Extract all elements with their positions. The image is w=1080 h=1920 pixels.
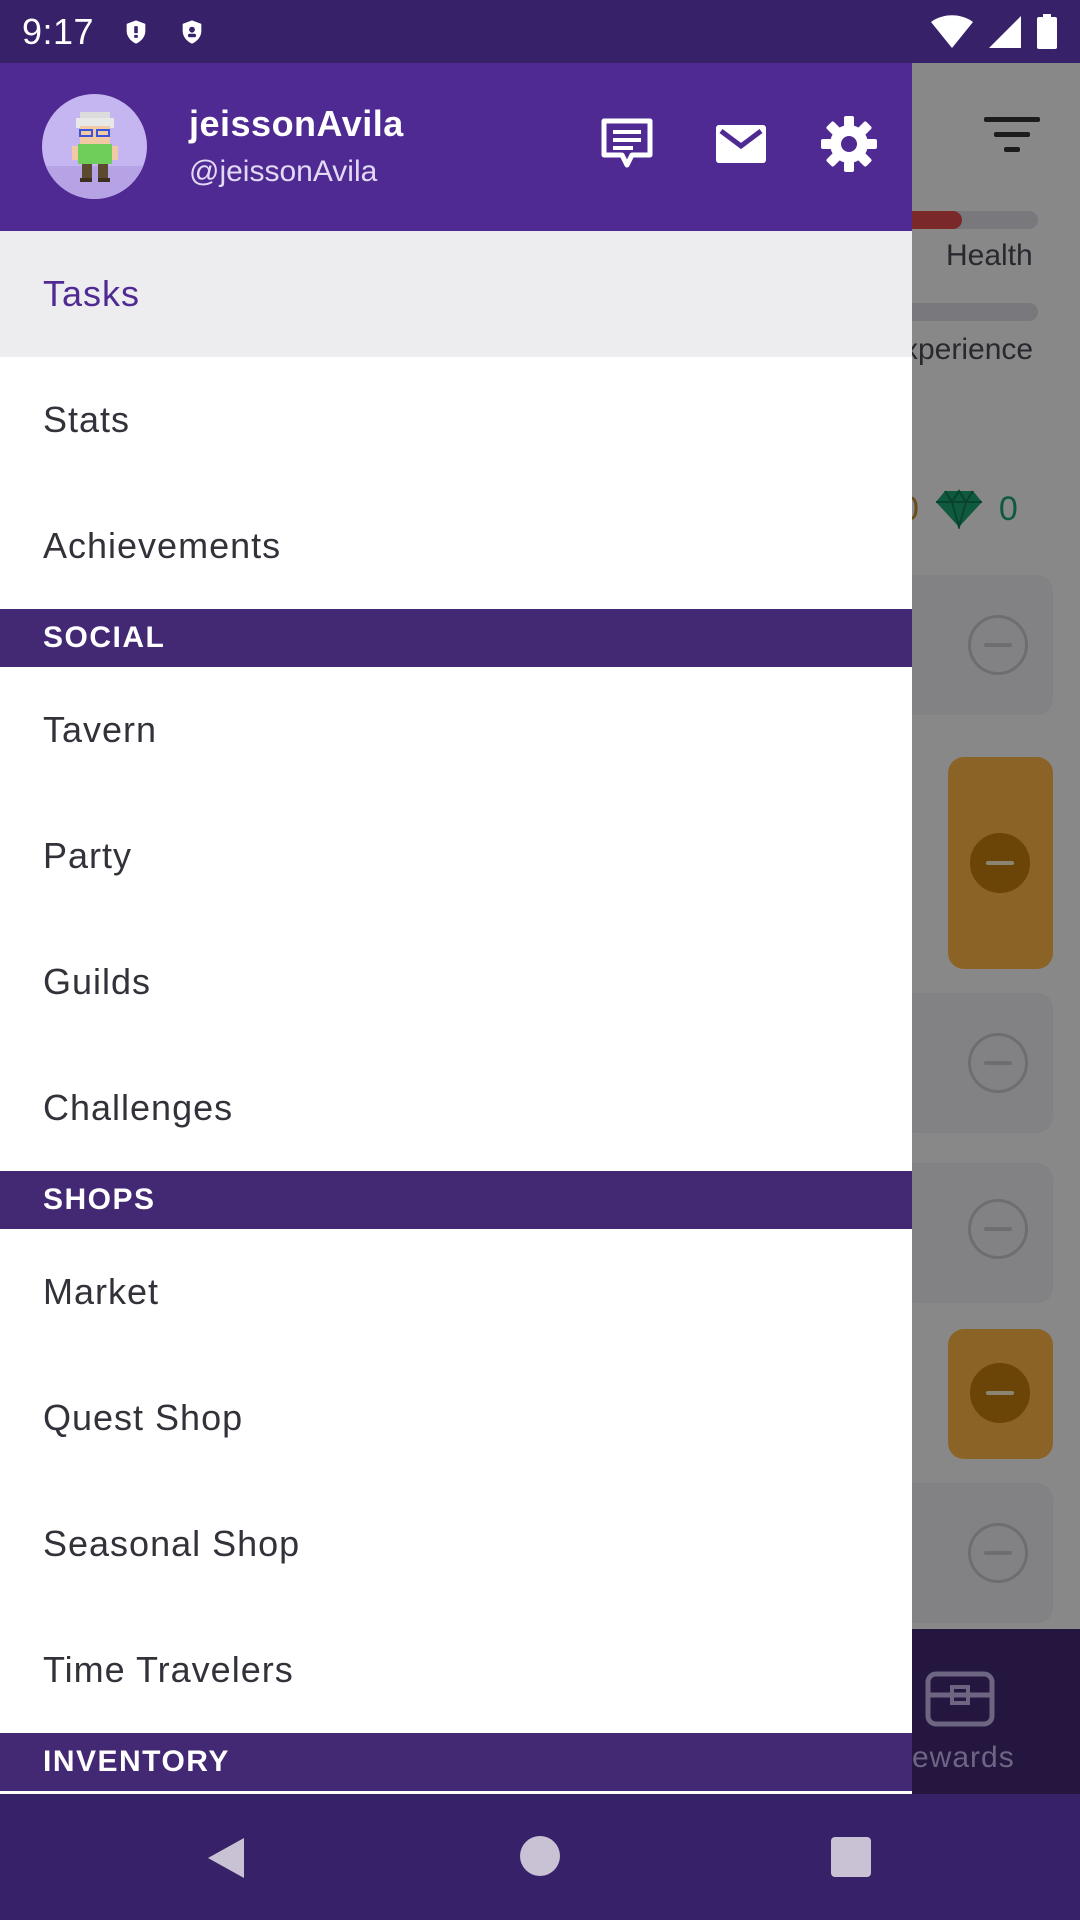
user-handle: @jeissonAvila xyxy=(189,155,378,188)
section-header-shops: SHOPS xyxy=(0,1171,912,1229)
drawer-header: jeissonAvila @jeissonAvila xyxy=(0,63,912,231)
back-icon[interactable] xyxy=(204,1834,252,1882)
menu-item-time-travelers[interactable]: Time Travelers xyxy=(0,1607,912,1733)
menu-item-tasks[interactable]: Tasks xyxy=(0,231,912,357)
menu-item-guilds[interactable]: Guilds xyxy=(0,919,912,1045)
menu-item-stats[interactable]: Stats xyxy=(0,357,912,483)
section-header-social: SOCIAL xyxy=(0,609,912,667)
system-nav-bar xyxy=(0,1794,1080,1920)
chat-icon[interactable] xyxy=(598,115,656,173)
menu-item-quest-shop[interactable]: Quest Shop xyxy=(0,1355,912,1481)
recents-icon[interactable] xyxy=(831,1837,871,1877)
shield-icon xyxy=(178,18,206,46)
menu-item-party[interactable]: Party xyxy=(0,793,912,919)
status-bar: 9:17 xyxy=(0,0,1080,63)
settings-gear-icon[interactable] xyxy=(820,115,878,173)
menu-item-tavern[interactable]: Tavern xyxy=(0,667,912,793)
shield-icon xyxy=(122,18,150,46)
wifi-icon xyxy=(931,14,973,48)
battery-icon xyxy=(1037,13,1057,49)
status-time: 9:17 xyxy=(22,10,95,52)
menu-item-market[interactable]: Market xyxy=(0,1229,912,1355)
user-name: jeissonAvila xyxy=(189,103,404,144)
navigation-drawer: jeissonAvila @jeissonAvila Tasks Stats A… xyxy=(0,63,912,1794)
menu-item-achievements[interactable]: Achievements xyxy=(0,483,912,609)
home-icon[interactable] xyxy=(520,1836,560,1876)
mail-icon[interactable] xyxy=(712,115,770,173)
menu-item-seasonal-shop[interactable]: Seasonal Shop xyxy=(0,1481,912,1607)
section-header-inventory: INVENTORY xyxy=(0,1733,912,1791)
signal-icon xyxy=(989,15,1021,48)
avatar[interactable] xyxy=(42,94,147,199)
menu-item-challenges[interactable]: Challenges xyxy=(0,1045,912,1171)
